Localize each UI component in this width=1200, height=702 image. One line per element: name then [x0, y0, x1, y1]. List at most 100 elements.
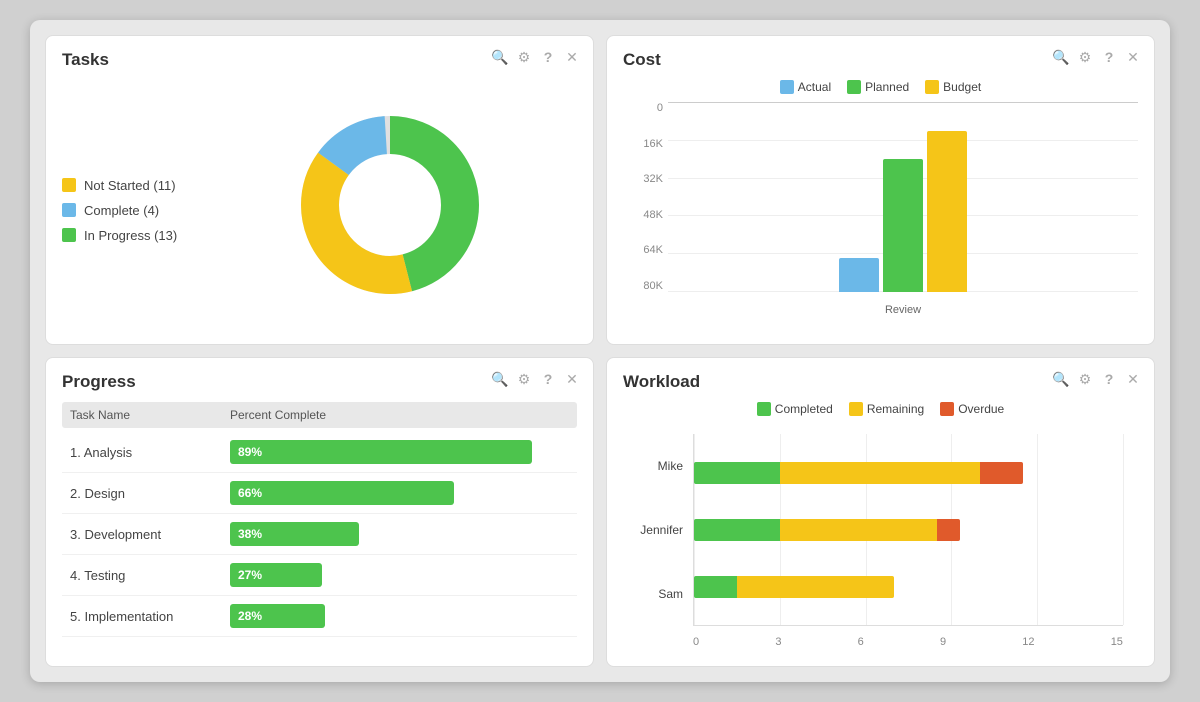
x-label-6: 6 — [858, 636, 864, 648]
y-label-16k: 16K — [623, 138, 663, 150]
workload-legend-completed: Completed — [757, 402, 833, 416]
workload-legend: Completed Remaining Overdue — [623, 402, 1138, 416]
progress-bar-container-3: 27% — [230, 563, 569, 587]
mike-overdue — [980, 462, 1023, 484]
cost-gear-icon[interactable]: ⚙ — [1076, 48, 1094, 66]
task-label-3: 4. Testing — [70, 568, 230, 583]
workload-y-labels: Mike Jennifer Sam — [623, 434, 693, 626]
overdue-rect — [940, 402, 954, 416]
x-label-15: 15 — [1111, 636, 1123, 648]
workload-close-icon[interactable]: ✕ — [1124, 370, 1142, 388]
complete-dot — [62, 203, 76, 217]
tasks-panel-icons: 🔍 ⚙ ? ✕ — [491, 48, 581, 66]
cost-close-icon[interactable]: ✕ — [1124, 48, 1142, 66]
cost-legend-budget: Budget — [925, 80, 981, 94]
progress-bar-container-1: 66% — [230, 481, 569, 505]
progress-row-0: 1. Analysis 89% — [62, 432, 577, 473]
budget-rect — [925, 80, 939, 94]
progress-search-icon[interactable]: 🔍 — [491, 370, 509, 388]
progress-bar-container-2: 38% — [230, 522, 569, 546]
progress-bar-2: 38% — [230, 522, 359, 546]
planned-rect — [847, 80, 861, 94]
planned-bar — [883, 159, 923, 292]
cost-help-icon[interactable]: ? — [1100, 48, 1118, 66]
not-started-label: Not Started (11) — [84, 178, 176, 193]
completed-label: Completed — [775, 402, 833, 416]
workload-help-icon[interactable]: ? — [1100, 370, 1118, 388]
cost-panel-icons: 🔍 ⚙ ? ✕ — [1052, 48, 1142, 66]
progress-pct-4: 28% — [238, 609, 262, 623]
tasks-close-icon[interactable]: ✕ — [563, 48, 581, 66]
tasks-legend: Not Started (11) Complete (4) In Progres… — [62, 168, 202, 243]
cost-search-icon[interactable]: 🔍 — [1052, 48, 1070, 66]
x-label-0: 0 — [693, 636, 699, 648]
progress-bar-0: 89% — [230, 440, 532, 464]
planned-label: Planned — [865, 80, 909, 94]
in-progress-dot — [62, 228, 76, 242]
tasks-content: Not Started (11) Complete (4) In Progres… — [62, 80, 577, 330]
sam-remaining — [737, 576, 894, 598]
donut-chart-container — [202, 100, 577, 310]
y-label-0: 0 — [623, 102, 663, 114]
legend-not-started: Not Started (11) — [62, 178, 202, 193]
workload-bars — [694, 434, 1123, 625]
x-label-9: 9 — [940, 636, 946, 648]
progress-row-2: 3. Development 38% — [62, 514, 577, 555]
workload-x-axis: 0 3 6 9 12 15 — [693, 629, 1123, 654]
task-label-2: 3. Development — [70, 527, 230, 542]
progress-gear-icon[interactable]: ⚙ — [515, 370, 533, 388]
x-label-3: 3 — [775, 636, 781, 648]
workload-panel-icons: 🔍 ⚙ ? ✕ — [1052, 370, 1142, 388]
mike-bar-row — [694, 460, 1123, 486]
y-label-mike: Mike — [623, 459, 693, 473]
tasks-search-icon[interactable]: 🔍 — [491, 48, 509, 66]
mike-completed — [694, 462, 780, 484]
workload-gear-icon[interactable]: ⚙ — [1076, 370, 1094, 388]
task-label-1: 2. Design — [70, 486, 230, 501]
task-label-4: 5. Implementation — [70, 609, 230, 624]
tasks-help-icon[interactable]: ? — [539, 48, 557, 66]
progress-row-1: 2. Design 66% — [62, 473, 577, 514]
budget-bar — [927, 131, 967, 293]
y-label-sam: Sam — [623, 587, 693, 601]
review-label: Review — [885, 304, 921, 316]
budget-label: Budget — [943, 80, 981, 94]
grid-100 — [1123, 434, 1124, 625]
donut-chart — [285, 100, 495, 310]
progress-bar-container-4: 28% — [230, 604, 569, 628]
cost-panel: Cost 🔍 ⚙ ? ✕ Actual Planned Budget 80K — [606, 35, 1155, 345]
complete-label: Complete (4) — [84, 203, 159, 218]
cost-x-label: Review — [668, 297, 1138, 322]
progress-pct-0: 89% — [238, 445, 262, 459]
progress-table-header: Task Name Percent Complete — [62, 402, 577, 428]
col-task-name: Task Name — [70, 408, 230, 422]
remaining-rect — [849, 402, 863, 416]
jennifer-bar-row — [694, 517, 1123, 543]
cost-legend-planned: Planned — [847, 80, 909, 94]
in-progress-label: In Progress (13) — [84, 228, 177, 243]
jennifer-completed — [694, 519, 780, 541]
progress-row-3: 4. Testing 27% — [62, 555, 577, 596]
actual-rect — [780, 80, 794, 94]
progress-bar-4: 28% — [230, 604, 325, 628]
progress-close-icon[interactable]: ✕ — [563, 370, 581, 388]
progress-bar-1: 66% — [230, 481, 454, 505]
jennifer-overdue — [937, 519, 960, 541]
progress-help-icon[interactable]: ? — [539, 370, 557, 388]
progress-bar-3: 27% — [230, 563, 322, 587]
workload-search-icon[interactable]: 🔍 — [1052, 370, 1070, 388]
progress-panel-icons: 🔍 ⚙ ? ✕ — [491, 370, 581, 388]
progress-row-4: 5. Implementation 28% — [62, 596, 577, 637]
dashboard: Tasks 🔍 ⚙ ? ✕ Not Started (11) Complete … — [30, 20, 1170, 682]
task-label-0: 1. Analysis — [70, 445, 230, 460]
workload-legend-remaining: Remaining — [849, 402, 924, 416]
actual-bar — [839, 258, 879, 292]
sam-bar-row — [694, 574, 1123, 600]
tasks-gear-icon[interactable]: ⚙ — [515, 48, 533, 66]
workload-legend-overdue: Overdue — [940, 402, 1004, 416]
workload-panel: Workload 🔍 ⚙ ? ✕ Completed Remaining Ove… — [606, 357, 1155, 667]
y-label-64k: 64K — [623, 244, 663, 256]
tasks-panel: Tasks 🔍 ⚙ ? ✕ Not Started (11) Complete … — [45, 35, 594, 345]
y-label-48k: 48K — [623, 209, 663, 221]
remaining-label: Remaining — [867, 402, 924, 416]
